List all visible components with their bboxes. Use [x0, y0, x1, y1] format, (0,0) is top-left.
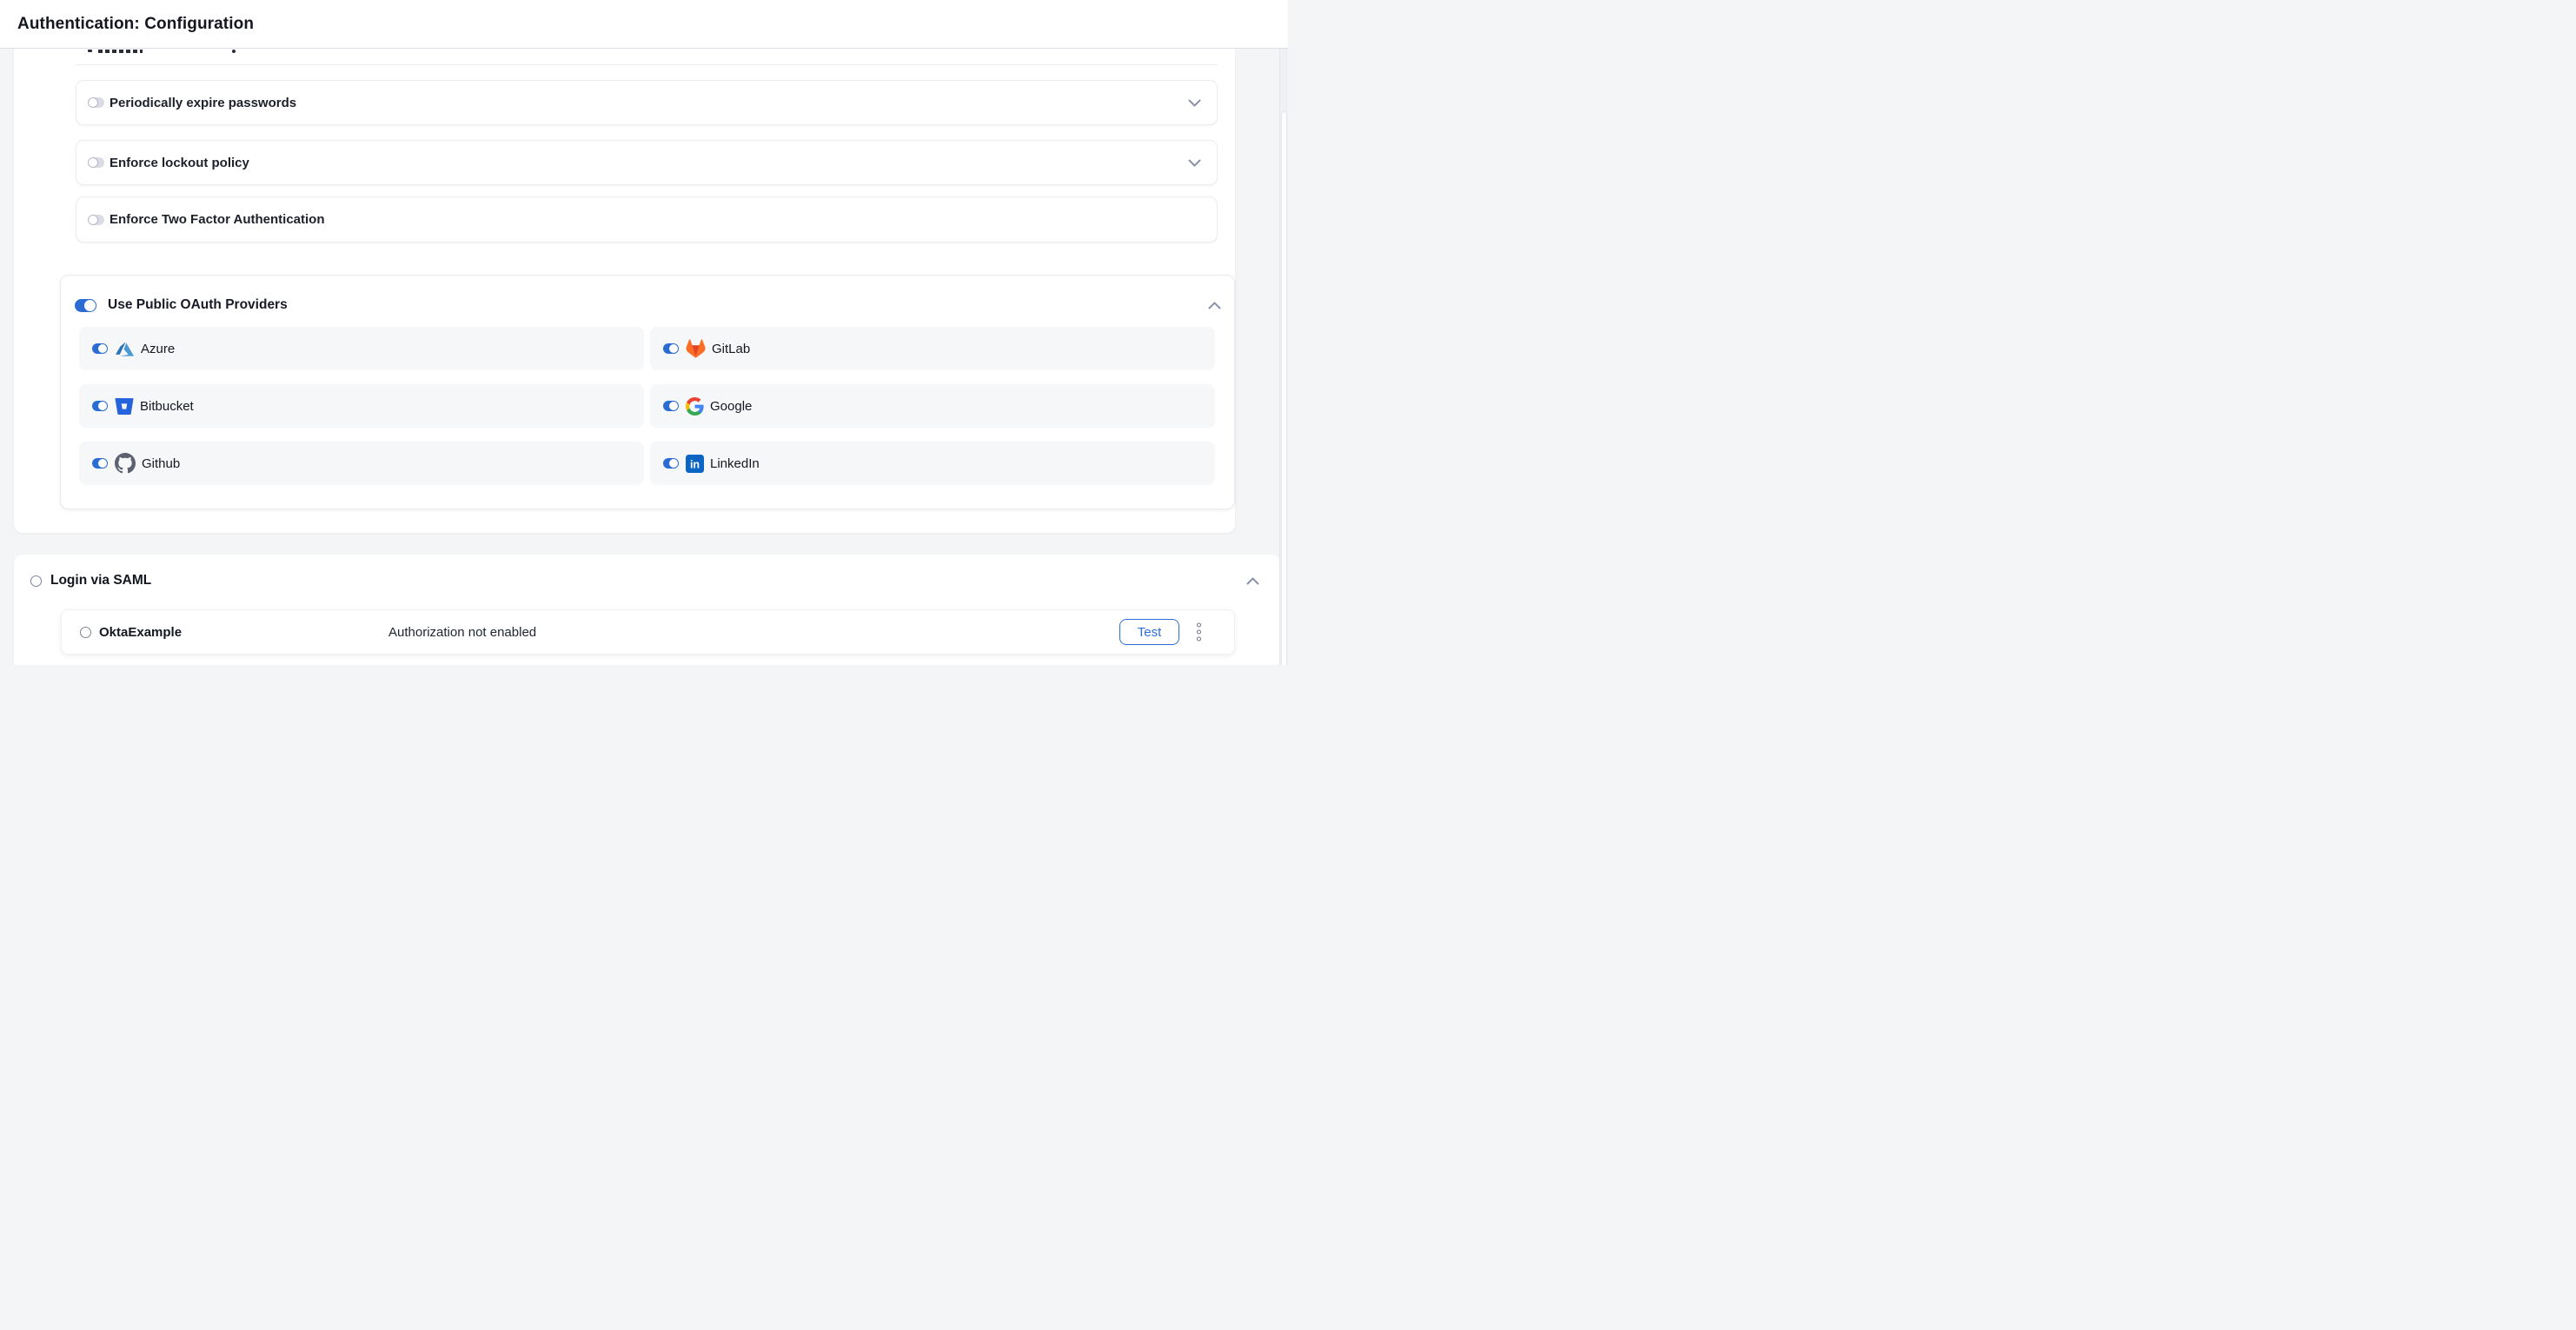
saml-entry-row[interactable]: OktaExample Authorization not enabled Te… — [61, 609, 1235, 655]
scrollbar-thumb[interactable] — [1281, 111, 1287, 665]
provider-name: Azure — [141, 342, 175, 356]
page-header: Authentication: Configuration — [0, 0, 1288, 49]
password-policy-section: Periodically expire passwords Enforce lo… — [14, 49, 1235, 533]
oauth-providers-card: Use Public OAuth Providers Azure — [60, 275, 1235, 509]
clipped-text-sliver — [98, 50, 143, 53]
bitbucket-toggle[interactable] — [92, 401, 107, 411]
row-enforce-lockout-policy[interactable]: Enforce lockout policy — [76, 140, 1218, 185]
row-periodically-expire-passwords[interactable]: Periodically expire passwords — [76, 80, 1218, 125]
oauth-master-toggle[interactable] — [75, 299, 96, 312]
google-icon — [686, 397, 704, 416]
google-toggle[interactable] — [663, 401, 678, 411]
row-label: Periodically expire passwords — [110, 96, 296, 110]
saml-title: Login via SAML — [50, 573, 151, 589]
row-label: Enforce lockout policy — [110, 156, 249, 170]
provider-row-linkedin: in LinkedIn — [650, 442, 1215, 485]
provider-row-bitbucket: Bitbucket — [79, 384, 644, 428]
row-enforce-two-factor-authentication[interactable]: Enforce Two Factor Authentication — [76, 196, 1218, 243]
toggle-knob — [97, 458, 108, 469]
chevron-up-icon[interactable] — [1208, 302, 1221, 309]
toggle-knob — [88, 157, 98, 168]
provider-row-azure: Azure — [79, 327, 644, 370]
provider-name: Google — [710, 399, 752, 414]
row-label: Enforce Two Factor Authentication — [110, 212, 325, 227]
oauth-header: Use Public OAuth Providers — [61, 276, 1234, 331]
okta-radio[interactable] — [80, 627, 91, 638]
gitlab-toggle[interactable] — [663, 343, 678, 354]
chevron-up-icon[interactable] — [1246, 577, 1259, 585]
azure-toggle[interactable] — [92, 343, 107, 354]
toggle-knob — [97, 343, 108, 354]
linkedin-toggle[interactable] — [663, 458, 678, 469]
provider-row-gitlab: GitLab — [650, 327, 1215, 370]
provider-row-google: Google — [650, 384, 1215, 428]
clipped-text-sliver — [232, 50, 236, 53]
toggle-knob — [668, 401, 679, 411]
authentication-configuration-page: Authentication: Configuration Periodical… — [0, 0, 1288, 665]
toggle-knob — [668, 343, 679, 354]
github-icon — [115, 453, 136, 474]
chevron-down-icon[interactable] — [1188, 159, 1201, 167]
svg-text:in: in — [690, 458, 700, 470]
saml-section: Login via SAML OktaExample Authorization… — [14, 555, 1280, 665]
toggle-knob — [668, 458, 679, 469]
two-factor-toggle[interactable] — [89, 215, 104, 225]
page-title: Authentication: Configuration — [17, 15, 254, 34]
toggle-knob — [83, 299, 96, 312]
gitlab-icon — [686, 339, 706, 358]
linkedin-icon: in — [686, 455, 704, 473]
oauth-title: Use Public OAuth Providers — [108, 297, 288, 313]
provider-name: GitLab — [712, 342, 750, 356]
saml-header: Login via SAML — [14, 555, 1280, 607]
provider-grid: Azure GitLab — [79, 327, 1215, 485]
kebab-menu-icon[interactable] — [1197, 623, 1201, 642]
clipped-text-sliver — [88, 50, 92, 52]
clipped-row-top — [76, 49, 1218, 65]
test-button[interactable]: Test — [1119, 619, 1179, 645]
provider-row-github: Github — [79, 442, 644, 485]
expire-passwords-toggle[interactable] — [89, 97, 104, 108]
github-toggle[interactable] — [92, 458, 107, 469]
scrollbar-track[interactable] — [1279, 49, 1288, 665]
saml-entry-status: Authorization not enabled — [388, 625, 536, 640]
provider-name: Github — [142, 456, 180, 471]
saml-entry-name: OktaExample — [99, 625, 182, 640]
toggle-knob — [88, 215, 98, 225]
toggle-knob — [88, 97, 98, 108]
provider-name: LinkedIn — [710, 456, 760, 471]
azure-icon — [115, 340, 135, 358]
provider-name: Bitbucket — [140, 399, 194, 414]
toggle-knob — [97, 401, 108, 411]
chevron-down-icon[interactable] — [1188, 99, 1201, 107]
saml-radio[interactable] — [30, 575, 42, 587]
bitbucket-icon — [115, 397, 134, 416]
lockout-policy-toggle[interactable] — [89, 157, 104, 168]
